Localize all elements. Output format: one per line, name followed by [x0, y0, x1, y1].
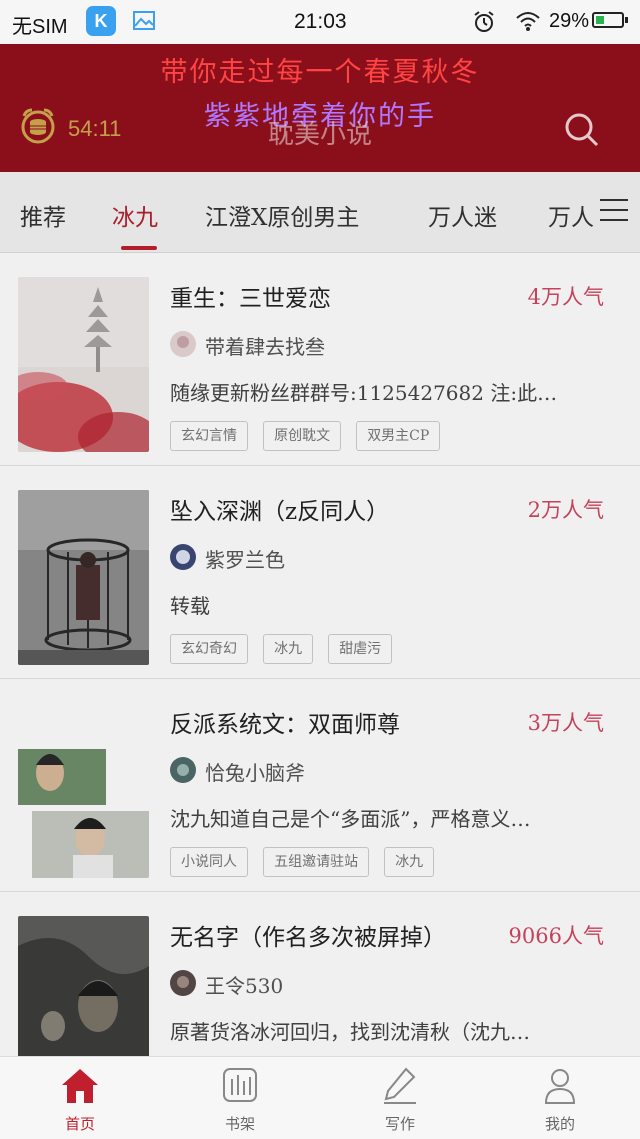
- book-cover: [18, 277, 149, 452]
- battery-icon: [592, 12, 628, 28]
- tab-wanrenmi[interactable]: 万人迷: [428, 198, 497, 232]
- nav-label: 我的: [544, 1115, 575, 1133]
- book-title: 重生：三世爱恋: [170, 286, 331, 312]
- tab-wanren[interactable]: 万人: [548, 198, 594, 232]
- status-bar: 无SIM K 21:03 29%: [0, 0, 640, 44]
- tag[interactable]: 冰九: [263, 634, 314, 664]
- list-item[interactable]: 重生：三世爱恋 4万人气 带着肆去找叁 随缘更新粉丝群群号:1125427682…: [0, 253, 640, 466]
- tag[interactable]: 原创耽文: [263, 421, 342, 451]
- app-header: 带你走过每一个春夏秋冬 紫紫地牵着你的手 54:11 耽美小说: [0, 44, 640, 172]
- book-description: 沈九知道自己是个“多面派”，严格意义…: [170, 807, 531, 831]
- bookshelf-icon: [218, 1065, 262, 1105]
- book-cover: [18, 490, 149, 665]
- book-title: 反派系统文：双面师尊: [170, 712, 400, 738]
- image-icon: [132, 10, 156, 38]
- active-tab-indicator: [121, 246, 157, 250]
- wifi-icon: [515, 10, 541, 38]
- avatar: [170, 757, 196, 783]
- nav-label: 书架: [224, 1115, 255, 1133]
- tag[interactable]: 冰九: [384, 847, 435, 877]
- clock-time: 21:03: [294, 10, 347, 33]
- tag-list: 小说同人 五组邀请驻站 冰九: [170, 847, 444, 877]
- user-icon: [538, 1065, 582, 1105]
- book-popularity: 3万人气: [527, 711, 604, 735]
- k-app-icon: K: [86, 6, 116, 36]
- avatar: [170, 970, 196, 996]
- book-description: 转载: [170, 594, 210, 618]
- home-icon: [58, 1065, 102, 1105]
- avatar: [170, 331, 196, 357]
- carrier-label: 无SIM: [12, 16, 68, 38]
- tag[interactable]: 双男主CP: [356, 421, 441, 451]
- book-popularity: 2万人气: [527, 498, 604, 522]
- tag-list: 玄幻奇幻 冰九 甜虐污: [170, 634, 402, 664]
- tab-bingjiu[interactable]: 冰九: [112, 198, 158, 232]
- book-popularity: 9066人气: [508, 924, 604, 948]
- book-description: 随缘更新粉丝群群号:1125427682 注:此…: [170, 381, 558, 405]
- battery-percent: 29%: [549, 10, 590, 32]
- tag[interactable]: 玄幻言情: [170, 421, 248, 451]
- avatar: [170, 544, 196, 570]
- book-title: 无名字（作名多次被屏掉）: [170, 925, 446, 951]
- tag[interactable]: 甜虐污: [328, 634, 393, 664]
- book-description: 原著货洛冰河回归，找到沈清秋（沈九…: [170, 1020, 530, 1044]
- tag[interactable]: 玄幻奇幻: [170, 634, 248, 664]
- book-author: 恰兔小脑斧: [205, 761, 305, 785]
- book-title: 坠入深渊（z反同人）: [170, 499, 390, 525]
- category-tabs: 推荐 冰九 江澄X原创男主 万人迷 万人: [0, 172, 640, 253]
- book-popularity: 4万人气: [527, 285, 604, 309]
- nav-me[interactable]: 我的: [480, 1057, 640, 1139]
- tag[interactable]: 五组邀请驻站: [263, 847, 370, 877]
- bottom-nav: 首页 书架 写作 我的: [0, 1056, 640, 1139]
- nav-write[interactable]: 写作: [320, 1057, 480, 1139]
- nav-bookshelf[interactable]: 书架: [160, 1057, 320, 1139]
- banner-line-1: 带你走过每一个春夏秋冬: [160, 57, 480, 88]
- list-item[interactable]: 反派系统文：双面师尊 3万人气 恰兔小脑斧 沈九知道自己是个“多面派”，严格意义…: [0, 679, 640, 892]
- book-author: 紫罗兰色: [205, 548, 285, 572]
- book-cover: [18, 916, 149, 1062]
- search-icon[interactable]: [562, 110, 602, 154]
- page-title: 耽美小说: [267, 120, 372, 150]
- menu-icon[interactable]: [598, 196, 630, 228]
- nav-home[interactable]: 首页: [0, 1057, 160, 1139]
- tab-recommend[interactable]: 推荐: [20, 198, 66, 232]
- alarm-icon: [472, 10, 496, 40]
- nav-label: 首页: [64, 1115, 95, 1133]
- book-author: 王令530: [205, 974, 284, 998]
- pen-icon: [378, 1065, 422, 1105]
- list-item[interactable]: 坠入深渊（z反同人） 2万人气 紫罗兰色 转载 玄幻奇幻 冰九 甜虐污: [0, 466, 640, 679]
- book-author: 带着肆去找叁: [205, 335, 325, 359]
- list-item[interactable]: 无名字（作名多次被屏掉） 9066人气 王令530 原著货洛冰河回归，找到沈清秋…: [0, 892, 640, 1062]
- book-cover: [18, 703, 149, 878]
- tab-jiangcheng[interactable]: 江澄X原创男主: [205, 198, 359, 232]
- tag-list: 玄幻言情 原创耽文 双男主CP: [170, 421, 450, 451]
- tag[interactable]: 小说同人: [170, 847, 248, 877]
- nav-label: 写作: [384, 1115, 415, 1133]
